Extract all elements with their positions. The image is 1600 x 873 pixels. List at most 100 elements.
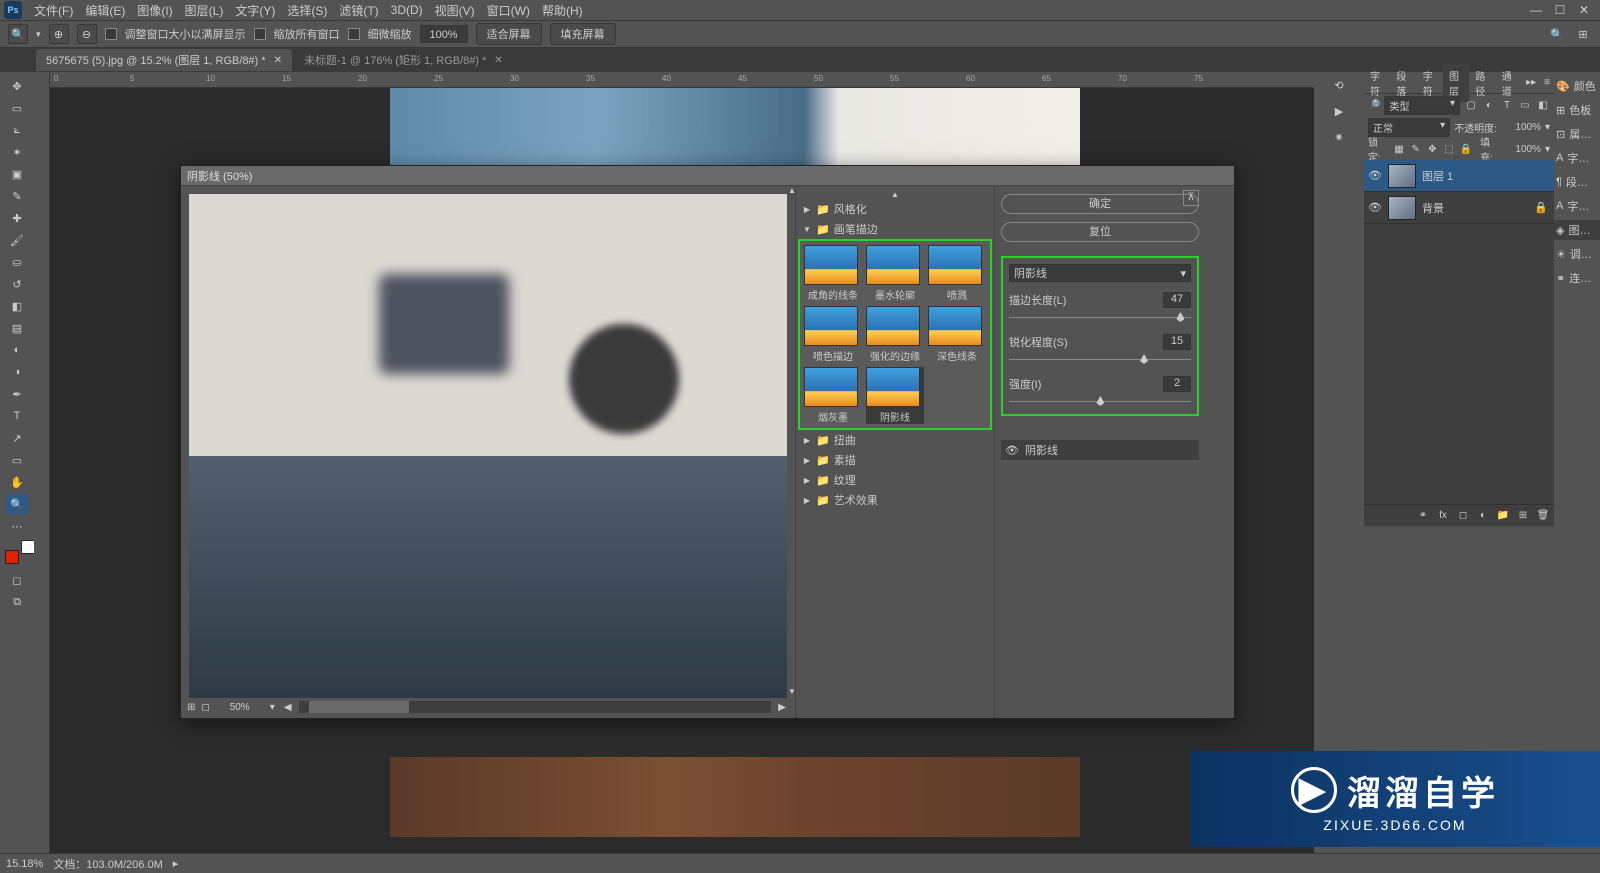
folder-stylize[interactable]: 📁风格化 — [798, 199, 992, 219]
hand-tool-icon[interactable]: ✋ — [6, 472, 28, 492]
layer-kind-select[interactable]: 类型▾ — [1384, 96, 1460, 115]
type-tool-icon[interactable]: T — [6, 406, 28, 426]
reset-button[interactable]: 复位 — [1001, 222, 1199, 242]
opacity-value[interactable]: 100% — [1501, 122, 1541, 133]
zoom-in-icon[interactable]: ⊕ — [49, 24, 69, 44]
menu-filter[interactable]: 滤镜(T) — [333, 0, 384, 21]
heal-tool-icon[interactable]: ✚ — [6, 208, 28, 228]
layer-1-name[interactable]: 背景 — [1422, 200, 1444, 216]
panel-menu-icon[interactable]: ≡ — [1540, 77, 1554, 88]
pen-tool-icon[interactable]: ✒ — [6, 384, 28, 404]
stamp-tool-icon[interactable]: ⛀ — [6, 252, 28, 272]
new-layer-icon[interactable]: ⊞ — [1516, 509, 1530, 523]
brush-tool-icon[interactable]: 🖌 — [6, 230, 28, 250]
win-minimize-icon[interactable]: — — [1528, 3, 1544, 17]
menu-help[interactable]: 帮助(H) — [536, 0, 589, 21]
layer-0-thumb[interactable] — [1388, 164, 1416, 188]
tree-scroll-up-icon[interactable]: ▲ — [798, 190, 992, 199]
folder-sketch[interactable]: 📁素描 — [798, 450, 992, 470]
lock-pixel-icon[interactable]: ✎ — [1409, 142, 1422, 156]
menu-view[interactable]: 视图(V) — [429, 0, 481, 21]
eraser-tool-icon[interactable]: ◧ — [6, 296, 28, 316]
preview-hscroll-left-icon[interactable]: ◀ — [281, 702, 295, 713]
lasso-tool-icon[interactable]: ⟀ — [6, 120, 28, 140]
filter-select[interactable]: 阴影线 ▾ — [1009, 264, 1191, 282]
background-swatch[interactable] — [21, 540, 35, 554]
effect-visibility-icon[interactable]: 👁 — [1005, 444, 1019, 457]
gradient-tool-icon[interactable]: ▤ — [6, 318, 28, 338]
preview-zoom-value[interactable]: 50% — [216, 702, 264, 713]
path-tool-icon[interactable]: ↗ — [6, 428, 28, 448]
param-0-value[interactable]: 47 — [1163, 292, 1191, 308]
group-icon[interactable]: 📁 — [1496, 509, 1510, 523]
dock-color[interactable]: 🎨颜色 — [1554, 76, 1600, 96]
adjust-panel-icon[interactable]: ✷ — [1329, 128, 1349, 146]
scrubby-zoom-checkbox[interactable] — [348, 28, 360, 40]
preview-hscroll-track[interactable] — [299, 701, 771, 713]
layer-fx-icon[interactable]: fx — [1436, 509, 1450, 523]
menu-3d[interactable]: 3D(D) — [385, 1, 429, 19]
effect-layer-row[interactable]: 👁 阴影线 — [1001, 440, 1199, 460]
doc-tab-1[interactable]: 未标题-1 @ 176% (矩形 1, RGB/8#) * ✕ — [294, 49, 513, 71]
panel-collapse-icon[interactable]: ▸▸ — [1522, 77, 1540, 88]
filter-thumb-5[interactable]: 深色线条 — [928, 306, 986, 363]
collapse-tree-icon[interactable]: ⊼ — [1183, 190, 1199, 206]
history-panel-icon[interactable]: ⟲ — [1329, 76, 1349, 94]
layer-0-visibility-icon[interactable]: 👁 — [1368, 169, 1382, 182]
status-arrow-icon[interactable]: ▸ — [173, 857, 179, 870]
dock-char2[interactable]: A字… — [1554, 196, 1600, 216]
param-2-value[interactable]: 2 — [1163, 376, 1191, 392]
fill-screen-button[interactable]: 填充屏幕 — [550, 23, 616, 45]
preview-hscroll-thumb[interactable] — [309, 701, 409, 713]
dock-layers[interactable]: ◈图… — [1554, 220, 1600, 240]
preview-vscroll-down-icon[interactable]: ▼ — [787, 687, 797, 696]
zoom-all-windows-checkbox[interactable] — [254, 28, 266, 40]
filter-pixel-icon[interactable]: ▢ — [1464, 98, 1478, 112]
layer-1-visibility-icon[interactable]: 👁 — [1368, 201, 1382, 214]
zoom-tool-icon-tb[interactable]: 🔍 — [6, 494, 28, 514]
param-0-slider[interactable] — [1009, 312, 1191, 324]
menu-image[interactable]: 图像(I) — [131, 0, 178, 21]
dialog-preview-image[interactable] — [189, 194, 787, 698]
dock-char[interactable]: A字… — [1554, 148, 1600, 168]
doc-tab-1-close-icon[interactable]: ✕ — [494, 55, 502, 66]
win-close-icon[interactable]: ✕ — [1576, 3, 1592, 17]
param-1-slider[interactable] — [1009, 354, 1191, 366]
dock-swatch[interactable]: ⊞色板 — [1554, 100, 1600, 120]
filter-thumb-2[interactable]: 喷溅 — [928, 245, 986, 302]
dock-link[interactable]: ⚭连… — [1554, 268, 1600, 288]
doc-tab-0[interactable]: 5675675 (5).jpg @ 15.2% (图层 1, RGB/8#) *… — [36, 49, 292, 71]
preview-vscroll-up-icon[interactable]: ▲ — [787, 186, 797, 195]
adjustment-layer-icon[interactable]: ◐ — [1476, 509, 1490, 523]
win-maximize-icon[interactable]: ☐ — [1552, 3, 1568, 17]
folder-distort[interactable]: 📁扭曲 — [798, 430, 992, 450]
quickmask-icon[interactable]: ◻ — [6, 570, 28, 590]
lock-all-icon[interactable]: 🔒 — [1459, 142, 1472, 156]
history-brush-tool-icon[interactable]: ↺ — [6, 274, 28, 294]
layer-1-thumb[interactable] — [1388, 196, 1416, 220]
move-tool-icon[interactable]: ✥ — [6, 76, 28, 96]
edit-toolbar-icon[interactable]: ⋯ — [6, 516, 28, 536]
menu-file[interactable]: 文件(F) — [28, 0, 79, 21]
fill-value[interactable]: 100% — [1505, 144, 1541, 155]
layer-row-1[interactable]: 👁 背景 🔒 — [1364, 192, 1554, 224]
preview-hscroll-right-icon[interactable]: ▶ — [775, 702, 789, 713]
menu-window[interactable]: 窗口(W) — [481, 0, 536, 21]
zoom-100-button[interactable]: 100% — [420, 25, 468, 43]
resize-window-checkbox[interactable] — [105, 28, 117, 40]
layer-kind-icon[interactable]: 🔎 — [1368, 100, 1380, 111]
filter-thumb-6[interactable]: 烟灰墨 — [804, 367, 862, 424]
foreground-swatch[interactable] — [5, 550, 19, 564]
filter-thumb-1[interactable]: 墨水轮廓 — [866, 245, 924, 302]
zoom-out-icon[interactable]: ⊖ — [77, 24, 97, 44]
doc-tab-0-close-icon[interactable]: ✕ — [274, 55, 282, 66]
filter-thumb-4[interactable]: 强化的边缘 — [866, 306, 924, 363]
folder-artistic[interactable]: 📁艺术效果 — [798, 490, 992, 510]
preview-fullscreen-icon[interactable]: ◻ — [201, 702, 209, 713]
preview-zoom-dropdown-icon[interactable]: ▾ — [270, 702, 275, 713]
filter-thumb-0[interactable]: 成角的线条 — [804, 245, 862, 302]
search-icon[interactable]: 🔍 — [1548, 26, 1566, 42]
screenmode-icon[interactable]: ⧉ — [6, 592, 28, 612]
filter-type-icon[interactable]: T — [1500, 98, 1514, 112]
dock-prop[interactable]: ⊡属… — [1554, 124, 1600, 144]
